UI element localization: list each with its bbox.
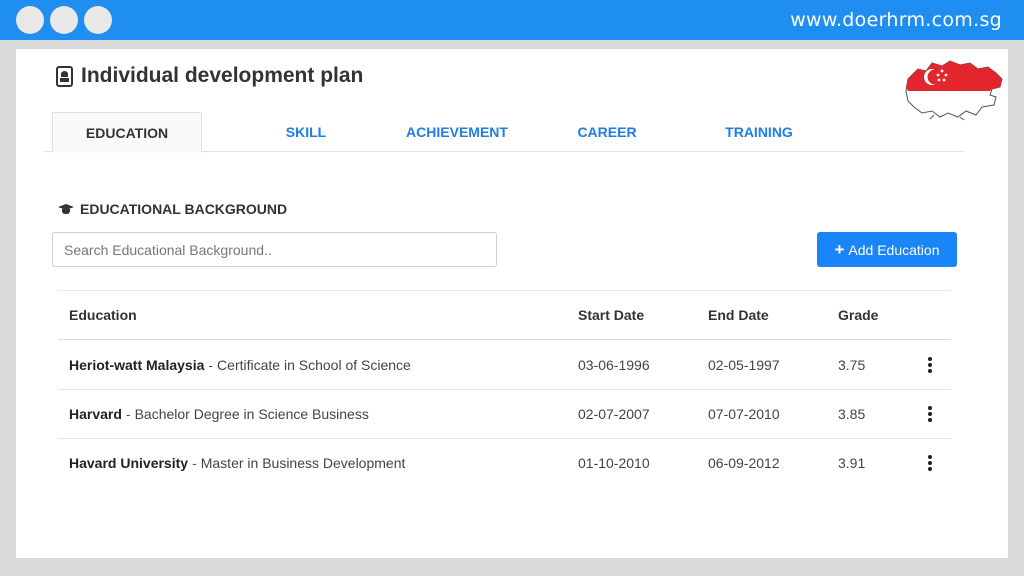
education-cell: Havard University - Master in Business D… — [69, 439, 405, 487]
separator: - — [192, 455, 197, 471]
more-options-icon[interactable] — [924, 453, 936, 473]
table-row: Heriot-watt Malaysia - Certificate in Sc… — [58, 340, 951, 389]
site-url: www.doerhrm.com.sg — [790, 9, 1002, 31]
institution-name: Heriot-watt Malaysia — [69, 356, 205, 373]
main-panel: Individual development plan EDUCATION SK… — [16, 49, 1008, 558]
program-name: Certificate in School of Science — [217, 356, 411, 373]
header-grade: Grade — [838, 307, 879, 323]
program-name: Bachelor Degree in Science Business — [134, 406, 369, 422]
grade: 3.85 — [838, 406, 866, 422]
start-date: 02-07-2007 — [578, 406, 650, 422]
section-title: EDUCATIONAL BACKGROUND — [80, 201, 288, 217]
section-heading: EDUCATIONAL BACKGROUND — [58, 201, 287, 217]
window-dot-1[interactable] — [16, 6, 44, 34]
start-date: 03-06-1996 — [578, 356, 650, 373]
start-date: 01-10-2010 — [578, 455, 650, 471]
tab-achievement[interactable]: ACHIEVEMENT — [382, 112, 532, 152]
institution-name: Havard University — [69, 455, 189, 471]
id-badge-icon — [56, 65, 73, 87]
page-title: Individual development plan — [81, 64, 364, 87]
tab-training[interactable]: TRAINING — [684, 112, 834, 152]
separator: - — [208, 356, 214, 373]
add-education-label: Add Education — [848, 241, 940, 258]
grade: 3.75 — [838, 356, 866, 373]
row-actions — [924, 340, 936, 389]
table-row: Havard University - Master in Business D… — [58, 438, 951, 487]
education-cell: Harvard - Bachelor Degree in Science Bus… — [69, 390, 369, 438]
end-date: 07-07-2010 — [708, 406, 780, 422]
separator: - — [125, 406, 131, 422]
tab-skill[interactable]: SKILL — [231, 112, 381, 152]
program-name: Master in Business Development — [200, 455, 406, 471]
table-header-row: Education Start Date End Date Grade — [58, 290, 951, 340]
end-date: 06-09-2012 — [708, 455, 780, 471]
row-actions — [924, 439, 936, 487]
header-start-date: Start Date — [578, 307, 645, 323]
window-dot-3[interactable] — [84, 6, 112, 34]
page-header: Individual development plan — [56, 64, 363, 88]
more-options-icon[interactable] — [924, 404, 936, 424]
plus-icon: + — [834, 240, 845, 259]
education-table: Education Start Date End Date Grade Heri… — [58, 290, 951, 487]
tab-education[interactable]: EDUCATION — [52, 112, 202, 153]
add-education-button[interactable]: + Add Education — [817, 232, 957, 267]
end-date: 02-05-1997 — [708, 356, 780, 373]
table-row: Harvard - Bachelor Degree in Science Bus… — [58, 389, 951, 438]
tab-career[interactable]: CAREER — [532, 112, 682, 152]
search-input[interactable] — [52, 232, 497, 267]
tab-bar: EDUCATION SKILL ACHIEVEMENT CAREER TRAIN… — [44, 112, 964, 153]
graduation-cap-icon — [58, 204, 74, 214]
header-end-date: End Date — [708, 307, 769, 323]
grade: 3.91 — [838, 455, 866, 471]
browser-top-bar: www.doerhrm.com.sg — [0, 0, 1024, 40]
institution-name: Harvard — [69, 406, 122, 422]
window-dot-2[interactable] — [50, 6, 78, 34]
education-cell: Heriot-watt Malaysia - Certificate in Sc… — [69, 340, 411, 389]
row-actions — [924, 390, 936, 438]
more-options-icon[interactable] — [924, 355, 936, 375]
header-education: Education — [69, 307, 137, 323]
